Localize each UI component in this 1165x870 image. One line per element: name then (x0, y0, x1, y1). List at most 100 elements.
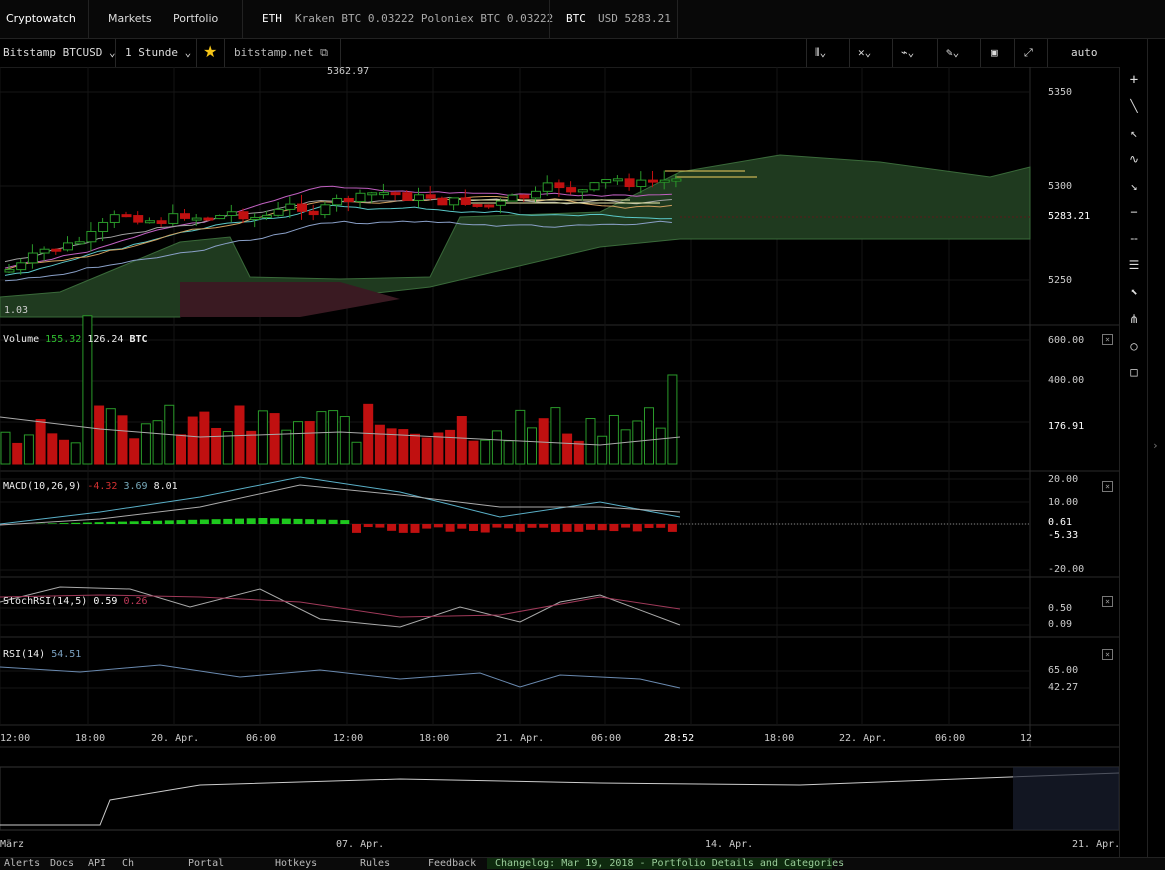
exchange-link[interactable]: bitstamp.net ⧉ (234, 46, 328, 60)
macd-histogram-bar (656, 524, 665, 528)
volume-bar (1, 432, 10, 464)
scale-auto-button[interactable]: auto (1071, 46, 1098, 59)
candle-body (204, 218, 213, 220)
lines-icon[interactable]: ☰ (1120, 258, 1148, 272)
macd-histogram-bar (141, 521, 150, 524)
volume-bar (294, 422, 303, 464)
compare-icon[interactable]: ⌁⌄ (901, 46, 914, 59)
cursor-icon[interactable]: ⬉ (1120, 285, 1148, 299)
chevron-down-icon: ⌄ (185, 46, 192, 59)
candle-body (122, 215, 131, 217)
macd-histogram-bar (282, 519, 291, 524)
macd-histogram-bar (574, 524, 583, 532)
ticker-btc-symbol[interactable]: BTC (566, 12, 586, 25)
fullscreen-icon[interactable]: ⤢ (1024, 46, 1033, 60)
macd-histogram-bar (399, 524, 408, 533)
footer-rules[interactable]: Rules (360, 858, 390, 869)
footer-docs[interactable]: Docs (50, 858, 74, 869)
candle-body (344, 198, 353, 201)
price-left-value: 1.03 (4, 305, 28, 316)
navigator-selection (1013, 767, 1119, 830)
close-volume-icon[interactable]: × (1102, 334, 1113, 345)
volume-bar (352, 442, 361, 464)
side-panel-toggle[interactable]: › (1147, 39, 1165, 857)
footer-portal[interactable]: Portal (188, 858, 224, 869)
volume-bar (153, 421, 162, 464)
candle-body (157, 221, 166, 224)
candle-body (286, 204, 295, 209)
fork-icon[interactable]: ⋔ (1120, 312, 1148, 326)
volume-bar (656, 428, 665, 464)
macd-histogram-bar (294, 519, 303, 524)
macd-histogram-bar (609, 524, 618, 531)
stochrsi-k-line (0, 587, 680, 627)
x-tick: 06:00 (591, 733, 621, 744)
footer-hotkeys[interactable]: Hotkeys (275, 858, 317, 869)
volume-bar (598, 436, 607, 464)
volume-bar (457, 417, 466, 464)
ticker-eth-prices[interactable]: Kraken BTC 0.03222 Poloniex BTC 0.03222 (295, 12, 553, 25)
candle-body (379, 193, 388, 195)
interval-selector[interactable]: 1 Stunde ⌄ (125, 46, 191, 59)
candle-body (403, 193, 412, 201)
volume-bar (247, 431, 256, 464)
line-icon[interactable]: ╲ (1120, 99, 1148, 113)
indicators-icon[interactable]: ✕⌄ (858, 46, 871, 59)
macd-histogram-bar (165, 520, 174, 524)
volume-bar (212, 428, 221, 464)
ichimoku-cloud (0, 155, 1030, 317)
ticker-btc-price[interactable]: USD 5283.21 (598, 12, 671, 25)
hline-icon[interactable]: − (1120, 205, 1148, 219)
footer-feedback[interactable]: Feedback (428, 858, 476, 869)
chart-type-icon[interactable]: ⫴⌄ (815, 46, 826, 60)
macd-tick-20: 20.00 (1048, 474, 1078, 485)
rsi-title: RSI(14) 54.51 (3, 649, 81, 660)
close-rsi-icon[interactable]: × (1102, 649, 1113, 660)
volume-bar (574, 441, 583, 464)
star-icon[interactable]: ★ (203, 42, 217, 61)
volume-bar (446, 430, 455, 464)
ticker-eth-symbol[interactable]: ETH (262, 12, 282, 25)
candle-body (298, 204, 307, 211)
macd-histogram-bar (504, 524, 513, 528)
candle-body (87, 231, 96, 241)
brand-logo[interactable]: Cryptowatch (6, 12, 76, 25)
macd-histogram-bar (48, 523, 57, 524)
footer-alerts[interactable]: Alerts (4, 858, 40, 869)
volume-bar (60, 440, 69, 464)
price-tick-5350: 5350 (1048, 87, 1072, 98)
circle-icon[interactable]: ○ (1120, 339, 1148, 353)
macd-histogram-bar (411, 524, 420, 533)
volume-bar (130, 439, 139, 464)
candle-body (438, 198, 447, 205)
footer-changelog[interactable]: Changelog: Mar 19, 2018 - Portfolio Deta… (487, 858, 832, 869)
screenshot-icon[interactable]: ▣ (991, 46, 998, 59)
stochrsi-last-1: 0.50 (1048, 603, 1072, 614)
dash-icon[interactable]: ╌ (1120, 232, 1148, 246)
volume-bar (71, 443, 80, 464)
arrow-line-icon[interactable]: ↖ (1120, 126, 1148, 140)
candle-body (5, 270, 14, 272)
candle-body (274, 209, 283, 215)
close-stochrsi-icon[interactable]: × (1102, 596, 1113, 607)
volume-bar (645, 408, 654, 464)
candle-body (660, 180, 669, 182)
footer-ch[interactable]: Ch (122, 858, 134, 869)
nav-markets[interactable]: Markets (108, 12, 152, 25)
candle-body (216, 216, 225, 219)
candle-body (227, 212, 236, 216)
market-selector[interactable]: Bitstamp BTCUSD ⌄ (3, 46, 116, 59)
close-macd-icon[interactable]: × (1102, 481, 1113, 492)
macd-histogram-bar (212, 519, 221, 524)
arrow-down-icon[interactable]: ↘ (1120, 179, 1148, 193)
pencil-icon[interactable]: ✎⌄ (946, 46, 959, 59)
square-icon[interactable]: □ (1120, 365, 1148, 379)
curve-icon[interactable]: ∿ (1120, 152, 1148, 166)
candle-body (110, 215, 119, 223)
candle-body (239, 212, 248, 219)
plus-icon[interactable]: + (1120, 72, 1148, 88)
nav-portfolio[interactable]: Portfolio (173, 12, 218, 25)
footer-api[interactable]: API (88, 858, 106, 869)
macd-histogram-bar (434, 524, 443, 527)
candle-body (28, 253, 37, 263)
